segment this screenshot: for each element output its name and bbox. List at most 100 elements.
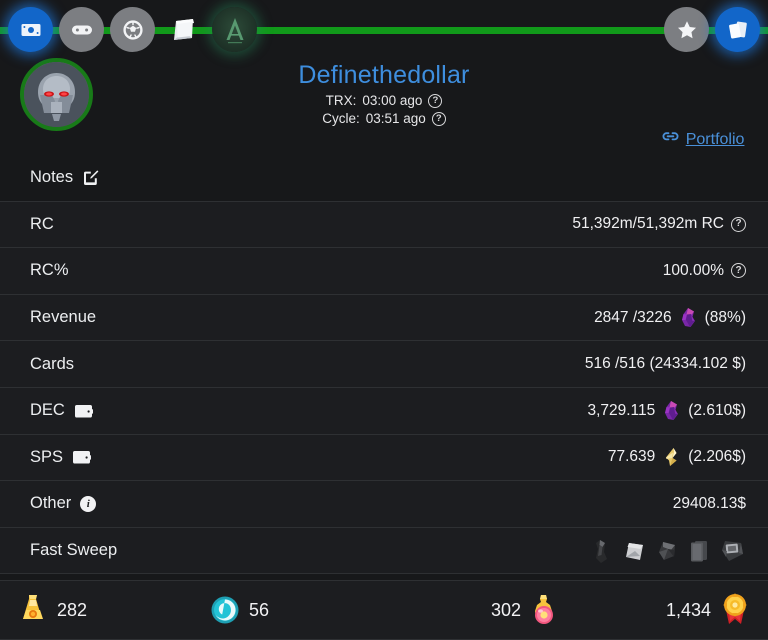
row-cards[interactable]: Cards 516 /516 (24334.102 $) [0, 341, 768, 388]
sweep-item-2-icon[interactable] [621, 538, 647, 564]
nav-money-button[interactable] [8, 7, 53, 52]
top-nav-right-group [664, 7, 760, 52]
row-rc-value-group: 51,392m/51,392m RC ? [572, 215, 746, 233]
row-dec-value: 3,729.115 [587, 401, 656, 419]
sweep-item-3-icon[interactable] [655, 538, 680, 563]
row-rc-percent-value-group: 100.00% ? [663, 262, 746, 280]
stat-legendary-potion[interactable]: 302 [384, 593, 576, 627]
username: Definethedollar [298, 61, 470, 89]
top-nav-left-group [8, 7, 257, 52]
row-fast-sweep[interactable]: Fast Sweep [0, 527, 768, 575]
dec-crystal-icon [662, 400, 681, 421]
row-sps-usd: (2.206$) [688, 448, 746, 466]
wallet-icon[interactable] [74, 403, 93, 419]
row-sps-label-group: SPS [30, 447, 92, 467]
cycle-help-icon[interactable]: ? [431, 112, 446, 126]
profile-header: Definethedollar TRX: 03:00 ago ? Cycle: … [0, 58, 768, 198]
app-root: Definethedollar TRX: 03:00 ago ? Cycle: … [0, 0, 768, 640]
link-portfolio[interactable]: Portfolio [662, 128, 756, 151]
money-icon [19, 18, 43, 42]
soccer-ball-icon [121, 18, 145, 42]
row-sps-value-group: 77.639 (2.206$) [608, 447, 746, 467]
nav-guild-button[interactable] [110, 7, 155, 52]
profile-title-block: Definethedollar TRX: 03:00 ago ? Cycle: … [0, 58, 768, 128]
row-sps[interactable]: SPS 77.639 (2.206$) [0, 434, 768, 482]
row-revenue-value: 2847 /3226 [594, 308, 672, 326]
stat-energy[interactable]: 56 [192, 595, 384, 625]
gold-medal-icon [720, 592, 750, 628]
sweep-item-4-icon[interactable] [688, 538, 711, 564]
row-dec-label-group: DEC [30, 401, 93, 420]
rc-percent-help-icon[interactable]: ? [731, 263, 746, 279]
cycle-timestamp-row: Cycle: 03:51 ago ? [0, 110, 768, 128]
stat-gold-potion[interactable]: 282 [0, 592, 192, 628]
nav-cards-button[interactable] [715, 7, 760, 52]
stat-reward-medal[interactable]: 1,434 [576, 592, 768, 628]
link-portfolio-label: Portfolio [685, 131, 745, 148]
row-rc-percent-label: RC% [30, 261, 69, 280]
trx-label: TRX: [325, 93, 357, 108]
energy-spiral-icon [210, 595, 240, 625]
info-icon[interactable]: i [80, 495, 97, 512]
row-sps-value: 77.639 [607, 448, 656, 466]
row-dec[interactable]: DEC 3,729.115 (2.610$) [0, 387, 768, 435]
splinterlands-logo-icon [218, 13, 252, 47]
row-notes-label: Notes [30, 168, 74, 187]
row-revenue-percent: (88%) [704, 308, 746, 326]
row-sps-label: SPS [30, 447, 64, 466]
row-dec-value-group: 3,729.115 (2.610$) [587, 400, 746, 421]
row-rc-label: RC [30, 214, 54, 233]
row-fast-sweep-label: Fast Sweep [30, 541, 118, 560]
sps-shard-icon [662, 447, 681, 467]
row-cards-value-group: 516 /516 (24334.102 $) [585, 355, 746, 373]
cycle-label: Cycle: [322, 111, 360, 126]
bottom-stat-bar: 282 56 302 1,434 [0, 580, 768, 640]
sweep-item-1-icon[interactable] [591, 538, 613, 564]
trx-value: 03:00 ago [362, 93, 423, 108]
stat-gold-potion-value: 282 [57, 599, 88, 620]
trx-timestamp-row: TRX: 03:00 ago ? [0, 92, 768, 110]
nav-play-button[interactable] [59, 7, 104, 52]
pink-potion-icon [530, 593, 558, 627]
row-revenue-label: Revenue [30, 308, 97, 327]
stats-rows: Notes RC 51,392m/51,392m RC ? RC% 100.00… [0, 155, 768, 575]
nav-splinterlands-logo-button[interactable] [212, 7, 257, 52]
stat-reward-medal-value: 1,434 [665, 599, 711, 620]
rc-help-icon[interactable]: ? [731, 216, 746, 232]
stat-legendary-potion-value: 302 [490, 599, 521, 620]
wallet-icon[interactable] [72, 449, 92, 465]
row-notes-label-group: Notes [30, 168, 99, 187]
row-other-value-group: 29408.13$ [673, 495, 746, 513]
gold-potion-icon [18, 592, 48, 628]
row-notes[interactable]: Notes [0, 155, 768, 202]
dec-crystal-icon [679, 307, 698, 328]
nav-favorites-button[interactable] [664, 7, 709, 52]
row-other[interactable]: Other i 29408.13$ [0, 481, 768, 528]
row-cards-label: Cards [30, 354, 75, 373]
nav-packs-button[interactable] [161, 7, 206, 52]
row-other-label: Other [30, 494, 72, 513]
link-icon [662, 128, 679, 151]
star-icon [675, 18, 699, 42]
row-other-value: 29408.13$ [672, 494, 746, 512]
cycle-value: 03:51 ago [365, 111, 426, 126]
row-cards-value: 516 /516 (24334.102 $) [584, 355, 746, 373]
sweep-item-5-icon[interactable] [719, 538, 746, 563]
top-navigation-bar [0, 0, 768, 58]
trx-help-icon[interactable]: ? [428, 94, 443, 108]
row-other-label-group: Other i [30, 494, 97, 513]
row-revenue[interactable]: Revenue 2847 /3226 (88%) [0, 294, 768, 342]
card-pack-icon [164, 10, 204, 50]
fast-sweep-icon-group [591, 538, 746, 564]
edit-pencil-icon[interactable] [82, 169, 99, 186]
row-revenue-value-group: 2847 /3226 (88%) [594, 307, 746, 328]
row-rc[interactable]: RC 51,392m/51,392m RC ? [0, 201, 768, 249]
row-rc-value: 51,392m/51,392m RC [572, 215, 724, 233]
row-rc-percent[interactable]: RC% 100.00% ? [0, 248, 768, 295]
row-rc-percent-value: 100.00% [662, 261, 724, 279]
gamepad-icon [69, 17, 95, 43]
row-dec-label: DEC [30, 401, 65, 420]
row-dec-usd: (2.610$) [688, 401, 746, 419]
stat-energy-value: 56 [249, 599, 270, 620]
cards-icon [725, 17, 751, 43]
